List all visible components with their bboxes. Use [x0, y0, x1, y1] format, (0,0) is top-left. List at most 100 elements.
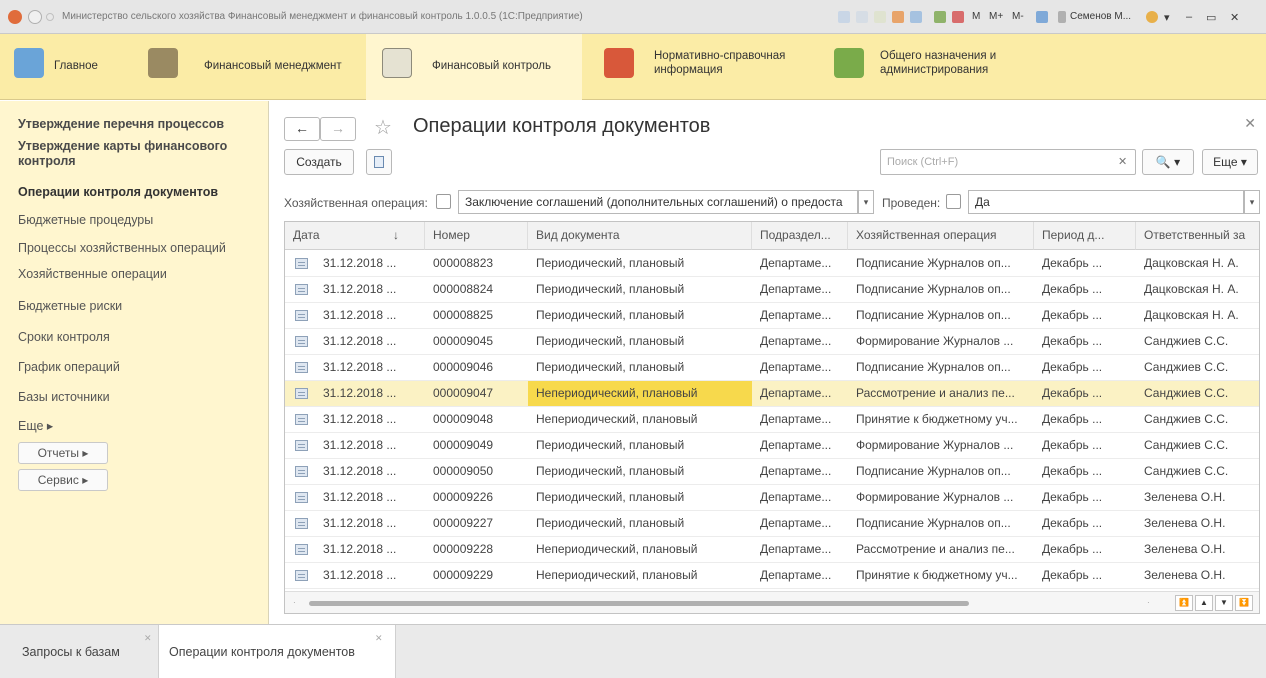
- favorite-star-icon[interactable]: ☆: [374, 115, 392, 140]
- nav-icon[interactable]: [838, 11, 850, 23]
- calendar-icon[interactable]: [934, 11, 946, 23]
- clear-search-icon[interactable]: ✕: [1118, 155, 1127, 168]
- checklist-icon: [382, 48, 412, 78]
- operation-filter-select[interactable]: Заключение соглашений (дополнительных со…: [458, 190, 858, 214]
- nav-item-business-processes[interactable]: Процессы хозяйственных операций: [18, 241, 258, 256]
- app-logo-icon[interactable]: [8, 10, 22, 24]
- table-row[interactable]: 31.12.2018 ... 000009228 Непериодический, …: [285, 537, 1259, 563]
- cell-responsible: Дацковская Н. А.: [1144, 308, 1239, 322]
- menu-icon[interactable]: [28, 10, 42, 24]
- copy-button[interactable]: [366, 149, 392, 175]
- cell-number: 000009045: [433, 334, 494, 348]
- cell-doc-type: Периодический, плановый: [536, 438, 685, 452]
- table-row[interactable]: 31.12.2018 ... 000009047 Непериодический, …: [285, 381, 1259, 407]
- table-row[interactable]: 31.12.2018 ... 000009049 Периодический, пл…: [285, 433, 1259, 459]
- close-form-icon[interactable]: ✕: [1244, 115, 1256, 132]
- table-row[interactable]: 31.12.2018 ... 000009050 Периодический, пл…: [285, 459, 1259, 485]
- cell-number: 000009047: [433, 386, 494, 400]
- copy-icon: [374, 156, 384, 168]
- window-icon[interactable]: [1036, 11, 1048, 23]
- column-header-date[interactable]: Дата ↓: [285, 222, 425, 250]
- reports-button[interactable]: Отчеты ▸: [18, 442, 108, 464]
- chevron-down-icon[interactable]: ▾: [1244, 190, 1260, 214]
- tab-label: Операции контроля документов: [169, 645, 355, 659]
- scroll-down-icon[interactable]: ▼: [1215, 595, 1233, 611]
- current-user[interactable]: Семенов М...: [1070, 11, 1131, 22]
- section-financial-management[interactable]: Финансовый менеджмент: [142, 34, 364, 100]
- cell-operation: Подписание Журналов оп...: [856, 360, 1011, 374]
- search-input[interactable]: Поиск (Ctrl+F): [880, 149, 1136, 175]
- table-row[interactable]: 31.12.2018 ... 000009227 Периодический, пл…: [285, 511, 1259, 537]
- table-row[interactable]: 31.12.2018 ... 000009046 Периодический, пл…: [285, 355, 1259, 381]
- links-icon[interactable]: [892, 11, 904, 23]
- tab-document-control-ops[interactable]: Операции контроля документов ✕: [158, 625, 396, 678]
- section-admin[interactable]: Общего назначения и администрирования: [830, 34, 1070, 100]
- calculator-icon[interactable]: [952, 11, 964, 23]
- back-button[interactable]: ←: [284, 117, 320, 141]
- arrow-right-icon: →: [331, 120, 345, 136]
- close-tab-icon[interactable]: ✕: [375, 633, 383, 643]
- cell-date: 31.12.2018 ...: [323, 464, 397, 478]
- nav-item-source-bases[interactable]: Базы источники: [18, 390, 258, 405]
- cell-dept: Департаме...: [760, 360, 832, 374]
- scroll-left-icon[interactable]: ·: [293, 598, 296, 607]
- sort-desc-icon: ↓: [393, 228, 399, 242]
- table-row[interactable]: 31.12.2018 ... 000009229 Непериодический, …: [285, 563, 1259, 589]
- minimize-icon[interactable]: –: [1186, 11, 1192, 23]
- scroll-first-icon[interactable]: ⏫: [1175, 595, 1193, 611]
- table-row[interactable]: 31.12.2018 ... 000009226 Периодический, пл…: [285, 485, 1259, 511]
- close-tab-icon[interactable]: ✕: [144, 633, 152, 643]
- memory-minus-button[interactable]: M-: [1012, 11, 1024, 22]
- column-header-operation[interactable]: Хозяйственная операция: [848, 222, 1034, 250]
- tab-database-queries[interactable]: Запросы к базам ✕: [12, 625, 160, 678]
- nav-item-operations-schedule[interactable]: График операций: [18, 360, 258, 375]
- table-row[interactable]: 31.12.2018 ... 000009048 Непериодический, …: [285, 407, 1259, 433]
- nav-item-business-operations[interactable]: Хозяйственные операции: [18, 267, 258, 282]
- operation-filter-checkbox[interactable]: [436, 194, 451, 209]
- chevron-down-icon[interactable]: ▾: [858, 190, 874, 214]
- print-icon[interactable]: [910, 11, 922, 23]
- scroll-last-icon[interactable]: ⏬: [1235, 595, 1253, 611]
- table-row[interactable]: 31.12.2018 ... 000008823 Периодический, пл…: [285, 251, 1259, 277]
- section-financial-control[interactable]: Финансовый контроль: [366, 34, 582, 100]
- forward-button[interactable]: →: [320, 117, 356, 141]
- close-window-icon[interactable]: ✕: [1230, 11, 1239, 24]
- nav-item-more[interactable]: Еще ▸: [18, 419, 258, 434]
- info-dropdown-icon[interactable]: ▾: [1164, 11, 1170, 24]
- table-row[interactable]: 31.12.2018 ... 000008825 Периодический, пл…: [285, 303, 1259, 329]
- column-header-responsible[interactable]: Ответственный за: [1136, 222, 1259, 250]
- nav-item-control-map[interactable]: Утверждение карты финансового контроля: [18, 139, 258, 169]
- posted-filter-select[interactable]: Да: [968, 190, 1244, 214]
- table-row[interactable]: 31.12.2018 ... 000008824 Периодический, пл…: [285, 277, 1259, 303]
- scroll-right-icon[interactable]: ·: [1147, 598, 1150, 607]
- table-row[interactable]: 31.12.2018 ... 000009045 Периодический, пл…: [285, 329, 1259, 355]
- section-reference-info[interactable]: Нормативно-справочная информация: [596, 34, 818, 100]
- cell-dept: Департаме...: [760, 542, 832, 556]
- memory-m-button[interactable]: M: [972, 11, 980, 22]
- maximize-icon[interactable]: ▭: [1206, 11, 1216, 24]
- scroll-up-icon[interactable]: ▲: [1195, 595, 1213, 611]
- nav-item-process-list[interactable]: Утверждение перечня процессов: [18, 117, 258, 132]
- more-button[interactable]: Еще ▾: [1202, 149, 1258, 175]
- scrollbar-thumb[interactable]: [309, 601, 969, 606]
- cell-doc-type: Непериодический, плановый: [536, 568, 698, 582]
- info-icon[interactable]: [1146, 11, 1158, 23]
- posted-filter-checkbox[interactable]: [946, 194, 961, 209]
- search-button[interactable]: 🔍 ▾: [1142, 149, 1194, 175]
- section-main[interactable]: Главное: [0, 34, 114, 100]
- create-button[interactable]: Создать: [284, 149, 354, 175]
- cell-date: 31.12.2018 ...: [323, 386, 397, 400]
- history-icon[interactable]: [856, 11, 868, 23]
- nav-item-budget-risks[interactable]: Бюджетные риски: [18, 299, 258, 314]
- column-header-number[interactable]: Номер: [425, 222, 528, 250]
- favorites-icon[interactable]: [874, 11, 886, 23]
- memory-plus-button[interactable]: M+: [989, 11, 1003, 22]
- column-header-department[interactable]: Подраздел...: [752, 222, 848, 250]
- column-header-period[interactable]: Период д...: [1034, 222, 1136, 250]
- service-button[interactable]: Сервис ▸: [18, 469, 108, 491]
- column-header-doc-type[interactable]: Вид документа: [528, 222, 752, 250]
- nav-item-document-control-ops[interactable]: Операции контроля документов: [18, 185, 258, 200]
- nav-item-control-deadlines[interactable]: Сроки контроля: [18, 330, 258, 345]
- nav-item-budget-procedures[interactable]: Бюджетные процедуры: [18, 213, 258, 228]
- horizontal-scrollbar[interactable]: · · ⏫ ▲ ▼ ⏬: [285, 591, 1259, 613]
